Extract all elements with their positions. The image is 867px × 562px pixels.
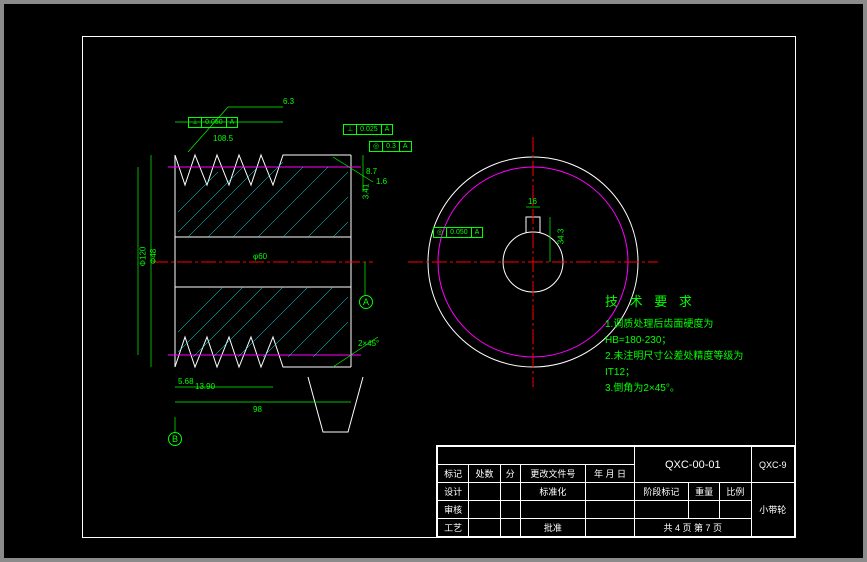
hdr-changedoc: 更改文件号 [520, 465, 585, 483]
hdr-date: 年 月 日 [586, 465, 635, 483]
tol-ref: A [382, 125, 393, 134]
surf-1: 6.3 [283, 97, 294, 106]
dim-key-w: 16 [528, 197, 537, 206]
title-block-table: QXC-00-01 QXC-9 标记 处数 分 更改文件号 年 月 日 设计 标… [437, 446, 795, 537]
tol-sym: ⊥ [344, 125, 357, 134]
dim-width-top: 108.5 [213, 134, 233, 143]
hdr-count: 处数 [469, 465, 500, 483]
hdr-mark: 标记 [438, 465, 469, 483]
dim-edge: 5.68 [178, 377, 194, 386]
tech-req-line2: 2.未注明尺寸公差处精度等级为 [605, 349, 775, 365]
tol-sym: ⊥ [189, 118, 202, 127]
cad-canvas: ⊥ 0.050 A ⊥ 0.025 A ◎ 0.3 A ◎ 0.050 A 10… [4, 4, 863, 558]
dim-chamfer: 2×45° [358, 339, 379, 348]
surf-2: 1.6 [376, 177, 387, 186]
tol-sym: ◎ [434, 228, 447, 237]
tech-req-line2b: IT12； [605, 365, 775, 381]
tech-req-title: 技 术 要 求 [605, 292, 775, 313]
tol-val: 0.025 [357, 125, 382, 134]
tol-val: 0.050 [202, 118, 227, 127]
dim-groove-pitch: 13.90 [195, 382, 215, 391]
dim-small: 3.41 [361, 184, 370, 200]
product-code: QXC-9 [751, 447, 794, 483]
tolerance-frame-2: ⊥ 0.025 A [343, 124, 393, 135]
tol-val: 0.050 [447, 228, 472, 237]
tol-ref: A [227, 118, 238, 127]
drawing-frame: ⊥ 0.050 A ⊥ 0.025 A ◎ 0.3 A ◎ 0.050 A 10… [82, 36, 796, 538]
tech-req-line1b: HB=180-230； [605, 333, 775, 349]
lbl-design: 设计 [438, 483, 469, 501]
tol-ref: A [400, 142, 411, 151]
title-block: QXC-00-01 QXC-9 标记 处数 分 更改文件号 年 月 日 设计 标… [436, 445, 796, 538]
tolerance-frame-3: ◎ 0.3 A [369, 141, 412, 152]
lbl-sheet: 共 4 页 第 7 页 [634, 519, 751, 537]
lbl-mass: 阶段标记 [634, 483, 688, 501]
tol-ref: A [472, 228, 483, 237]
technical-requirements: 技 术 要 求 1.调质处理后齿面硬度为 HB=180-230； 2.未注明尺寸… [605, 292, 775, 397]
lbl-process: 工艺 [438, 519, 469, 537]
dim-bore: φ60 [253, 252, 267, 261]
tol-val: 0.3 [383, 142, 400, 151]
tolerance-frame-1: ⊥ 0.050 A [188, 117, 238, 128]
datum-B: B [168, 432, 182, 446]
lbl-scale: 比例 [720, 483, 751, 501]
hdr-zone1: 分 [500, 465, 520, 483]
tech-req-line1: 1.调质处理后齿面硬度为 [605, 317, 775, 333]
dim-width-overall: 98 [253, 405, 262, 414]
lbl-check: 审核 [438, 501, 469, 519]
tol-sym: ◎ [370, 142, 383, 151]
dim-key-h: 34.3 [556, 229, 565, 245]
lbl-weight: 重量 [688, 483, 719, 501]
lbl-approve: 批准 [520, 519, 585, 537]
datum-A: A [359, 295, 373, 309]
dim-outer-dia: Φ120 [138, 247, 147, 267]
drawing-number: QXC-00-01 [634, 447, 751, 483]
lbl-standard: 标准化 [520, 483, 585, 501]
tolerance-frame-4: ◎ 0.050 A [433, 227, 483, 238]
tech-req-line3: 3.倒角为2×45°。 [605, 381, 775, 397]
dim-groove-depth: 8.7 [366, 167, 377, 176]
part-name: 小带轮 [751, 483, 794, 537]
dim-pitch-dia: Φ48 [149, 249, 158, 264]
